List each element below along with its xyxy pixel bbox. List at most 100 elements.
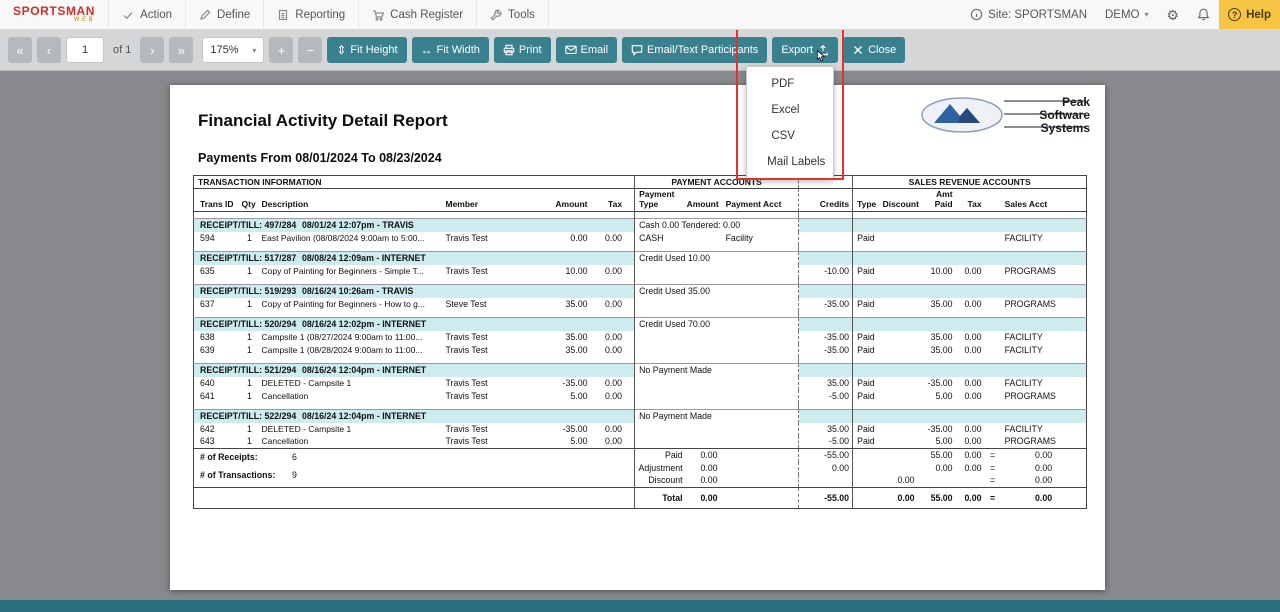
payment-note: Cash 0.00 Tendered: 0.00 xyxy=(635,219,799,232)
menu-item-label: PDF xyxy=(771,78,794,90)
cell-discount xyxy=(881,232,917,245)
cell-sales-acct: FACILITY xyxy=(1001,377,1087,390)
notifications-button[interactable] xyxy=(1188,0,1219,29)
account-menu[interactable]: DEMO ▾ xyxy=(1096,0,1158,29)
equals-sign: = xyxy=(985,475,1001,488)
last-page-icon: » xyxy=(178,43,185,58)
button-label: Export xyxy=(781,44,813,56)
cell-member: Travis Test xyxy=(444,377,540,390)
summary-tax: 0.00 xyxy=(955,488,985,509)
menu-item-define[interactable]: Define xyxy=(186,0,264,29)
cell-description: Campsite 1 (08/27/2024 9:00am to 11:00..… xyxy=(260,331,444,344)
email-text-participants-button[interactable]: Email/Text Participants xyxy=(622,37,767,63)
cell-tax: 0.00 xyxy=(600,390,635,403)
col-type: Type xyxy=(853,189,881,212)
pdf-file-icon xyxy=(755,78,766,91)
pencil-icon xyxy=(199,9,211,21)
menu-item-cash-register[interactable]: Cash Register xyxy=(359,0,477,29)
export-icon xyxy=(817,44,829,56)
receipt-datetime: 08/16/24 12:04pm - INTERNET xyxy=(302,411,426,421)
col-description: Description xyxy=(260,189,444,212)
export-menu-item-csv[interactable]: CSV xyxy=(747,123,833,149)
cell-qty: 1 xyxy=(240,377,260,390)
col-sales-acct: Sales Acct xyxy=(1001,189,1087,212)
menu-item-reporting[interactable]: Reporting xyxy=(264,0,359,29)
receipt-id: RECEIPT/TILL: 521/294 xyxy=(200,365,302,376)
cell-member: Travis Test xyxy=(444,232,540,245)
menu-label: Define xyxy=(217,9,250,21)
first-page-icon: « xyxy=(16,43,23,58)
cell-sales-acct: PROGRAMS xyxy=(1001,298,1087,311)
previous-page-button[interactable]: ‹ xyxy=(37,37,61,63)
zoom-value: 175% xyxy=(210,44,238,56)
fit-width-button[interactable]: ↔ Fit Width xyxy=(412,37,489,63)
cell-amount: 10.00 xyxy=(540,265,600,278)
zoom-out-button[interactable]: − xyxy=(298,37,322,63)
chevron-down-icon: ▾ xyxy=(252,46,256,55)
email-button[interactable]: Email xyxy=(556,37,618,63)
printer-icon xyxy=(503,44,515,56)
summary-amount: 0.00 xyxy=(685,475,720,488)
next-page-button[interactable]: › xyxy=(140,37,164,63)
fit-height-button[interactable]: ⇕ Fit Height xyxy=(327,37,406,63)
cell-member: Travis Test xyxy=(444,344,540,357)
chat-icon xyxy=(631,44,643,56)
report-viewport: Financial Activity Detail Report Payment… xyxy=(0,71,1280,600)
summary-discount: 0.00 xyxy=(881,475,917,488)
cell-tax2: 0.00 xyxy=(955,436,985,449)
col-pay-amount: Amount xyxy=(685,189,720,212)
cell-amount: 35.00 xyxy=(540,298,600,311)
cell-type: Paid xyxy=(853,265,881,278)
zoom-select[interactable]: 175% ▾ xyxy=(202,37,264,63)
first-page-button[interactable]: « xyxy=(8,37,32,63)
cell-description: East Pavilion (08/08/2024 9:00am to 5:00… xyxy=(260,232,444,245)
next-page-icon: › xyxy=(150,43,154,58)
export-menu-item-mail-labels[interactable]: Mail Labels xyxy=(747,149,833,175)
cell-amt-paid: -35.00 xyxy=(917,423,955,436)
export-button[interactable]: Export PDF Excel CSV Mail Label xyxy=(772,37,838,63)
export-menu-item-excel[interactable]: Excel xyxy=(747,97,833,123)
transaction-row: 6351Copy of Painting for Beginners - Sim… xyxy=(194,265,1087,278)
help-button[interactable]: ? Help xyxy=(1219,0,1280,29)
cell-tax: 0.00 xyxy=(600,232,635,245)
bottom-bar xyxy=(0,600,1280,612)
settings-button[interactable]: ⚙ xyxy=(1158,0,1189,29)
cell-pay-amount xyxy=(685,232,720,245)
summary-total: 0.00 xyxy=(1001,449,1087,462)
section-transaction: TRANSACTION INFORMATION xyxy=(194,176,635,189)
close-button[interactable]: Close xyxy=(843,37,905,63)
spacer-row xyxy=(194,212,1087,219)
cell-credits: -35.00 xyxy=(799,298,853,311)
report-toolbar: « ‹ of 1 › » 175% ▾ + − ⇕ Fit Height ↔ F… xyxy=(0,30,1280,71)
cell-qty: 1 xyxy=(240,232,260,245)
section-header-row: TRANSACTION INFORMATION PAYMENT ACCOUNTS… xyxy=(194,176,1087,189)
menu-item-action[interactable]: Action xyxy=(109,0,186,29)
cell-sales-acct: FACILITY xyxy=(1001,232,1087,245)
summary-label: Adjustment xyxy=(635,462,685,475)
cell-amt-paid: 5.00 xyxy=(917,436,955,449)
report-icon xyxy=(277,9,289,21)
cell-payment-acct: Facility xyxy=(720,232,799,245)
sportsman-logo[interactable]: SPORTSMAN WEB xyxy=(0,0,109,29)
cell-payment-type: CASH xyxy=(635,232,685,245)
cell-tax2: 0.00 xyxy=(955,331,985,344)
last-page-button[interactable]: » xyxy=(169,37,193,63)
summary-tax xyxy=(955,475,985,488)
print-button[interactable]: Print xyxy=(494,37,551,63)
zoom-in-button[interactable]: + xyxy=(269,37,293,63)
summary-amt-paid: 55.00 xyxy=(917,488,955,509)
spacer-row xyxy=(194,311,1087,318)
menu-item-tools[interactable]: Tools xyxy=(477,0,549,29)
menu-item-label: CSV xyxy=(771,130,795,142)
export-menu-item-pdf[interactable]: PDF xyxy=(747,71,833,97)
receipt-id: RECEIPT/TILL: 520/294 xyxy=(200,319,302,330)
page-number-input[interactable] xyxy=(66,37,104,63)
plus-icon: + xyxy=(278,43,286,58)
cell-tax2: 0.00 xyxy=(955,377,985,390)
button-label: Email/Text Participants xyxy=(647,44,758,56)
cell-member: Travis Test xyxy=(444,331,540,344)
button-label: Email xyxy=(581,44,609,56)
report-page: Financial Activity Detail Report Payment… xyxy=(170,85,1105,590)
wrench-icon xyxy=(490,9,502,21)
spacer-row xyxy=(194,357,1087,364)
